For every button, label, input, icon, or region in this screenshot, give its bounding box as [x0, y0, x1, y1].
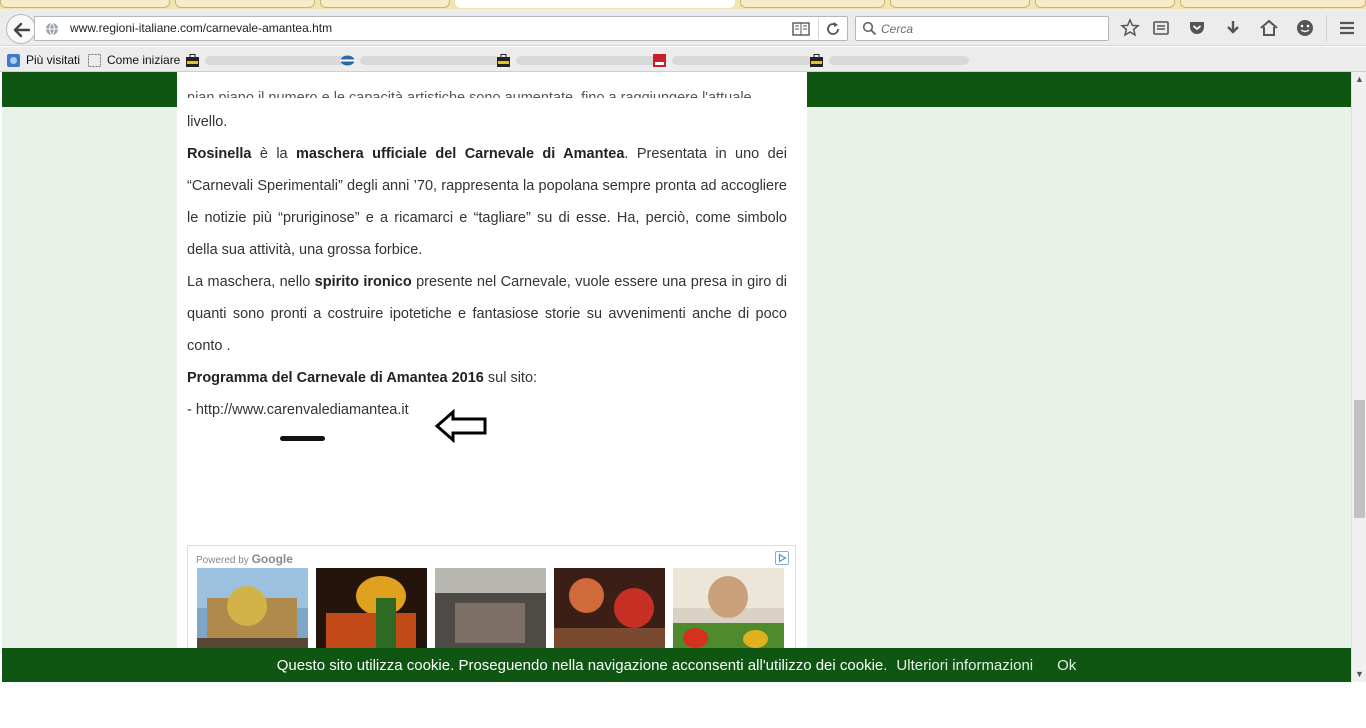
tab-strip	[0, 0, 1366, 9]
google-logo: Google	[251, 552, 293, 566]
article-text: livello.	[187, 114, 228, 130]
article-text: sul sito:	[483, 370, 538, 386]
page-icon	[88, 53, 101, 67]
article-text: è la	[251, 146, 297, 162]
article-paragraph: Programma del Carnevale di Amantea 2016 …	[187, 362, 787, 394]
briefcase-icon	[810, 53, 823, 67]
redacted-text	[672, 55, 812, 65]
page-viewport: pian piano il numero e le capacità artis…	[2, 72, 1351, 682]
divider	[1326, 15, 1327, 41]
vertical-scrollbar[interactable]: ▲ ▼	[1351, 72, 1366, 682]
article-paragraph: livello.	[187, 106, 787, 138]
annotation-arrow-icon	[434, 408, 487, 444]
navigation-toolbar: www.regioni-italiane.com/carnevale-amant…	[0, 9, 1366, 46]
redacted-text	[516, 55, 656, 65]
cookie-message: Questo sito utilizza cookie. Proseguendo…	[276, 656, 888, 674]
bookmark-label: Più visitati	[26, 53, 81, 67]
powered-by-label: Powered by Google	[196, 552, 293, 566]
arrow-left-icon	[13, 22, 31, 38]
bookmark-item[interactable]	[340, 52, 500, 68]
address-bar[interactable]: www.regioni-italiane.com/carnevale-amant…	[34, 16, 848, 41]
scrollbar-thumb[interactable]	[1354, 400, 1365, 518]
firefox-icon	[7, 53, 20, 67]
ad-thumbnail[interactable]	[197, 568, 308, 658]
redacted-text	[205, 55, 345, 65]
browser-tab[interactable]	[1035, 0, 1175, 8]
browser-tab[interactable]	[1180, 0, 1366, 8]
browser-tab[interactable]	[0, 0, 170, 8]
article-text: . Presentata in uno dei “Carnevali Speri…	[187, 146, 787, 258]
scroll-up-arrow-icon[interactable]: ▲	[1354, 74, 1365, 85]
divider	[818, 19, 819, 39]
browser-tab-active[interactable]	[455, 0, 735, 8]
back-button[interactable]	[6, 14, 36, 44]
article-paragraph: Rosinella è la maschera ufficiale del Ca…	[187, 138, 787, 266]
bookmark-item[interactable]	[652, 52, 812, 68]
bookmarks-library-icon[interactable]	[1151, 18, 1171, 38]
search-input[interactable]	[881, 20, 1101, 38]
article-body: pian piano il numero e le capacità artis…	[187, 90, 787, 426]
hamburger-menu-icon[interactable]	[1337, 18, 1357, 38]
briefcase-icon	[497, 53, 510, 67]
pocket-icon[interactable]	[1187, 18, 1207, 38]
reader-view-icon[interactable]	[791, 20, 811, 38]
mask-name: Rosinella	[187, 146, 252, 162]
news-site-icon	[653, 53, 666, 67]
home-icon[interactable]	[1259, 18, 1279, 38]
window-bottom-area	[0, 682, 1366, 728]
browser-tab[interactable]	[320, 0, 450, 8]
ad-thumbnail[interactable]	[673, 568, 784, 658]
article-paragraph: La maschera, nello spirito ironico prese…	[187, 266, 787, 362]
annotation-underline	[280, 436, 325, 441]
bookmarks-toolbar: Più visitati Come iniziare	[0, 47, 1366, 72]
url-text: www.regioni-italiane.com/carnevale-amant…	[70, 21, 333, 35]
download-icon[interactable]	[1223, 18, 1243, 38]
redacted-text	[360, 55, 500, 65]
bookmark-item[interactable]	[809, 52, 969, 68]
redacted-text	[829, 55, 969, 65]
ad-thumbnail[interactable]	[435, 568, 546, 658]
browser-tab[interactable]	[740, 0, 885, 8]
bookmark-item[interactable]	[496, 52, 656, 68]
browser-tab[interactable]	[890, 0, 1030, 8]
hello-smiley-icon[interactable]	[1295, 18, 1315, 38]
article-text-cutoff: pian piano il numero e le capacità artis…	[187, 90, 752, 98]
globe-icon	[340, 55, 355, 65]
program-title: Programma del Carnevale di Amantea 2016	[187, 370, 484, 386]
reload-icon[interactable]	[824, 20, 842, 38]
cookie-ok-button[interactable]: Ok	[1057, 657, 1076, 674]
cookie-more-info-link[interactable]: Ulteriori informazioni	[896, 657, 1033, 674]
adchoices-icon[interactable]	[775, 551, 789, 565]
bold-text: spirito ironico	[314, 274, 412, 290]
globe-icon	[46, 22, 58, 36]
ad-thumbnail[interactable]	[316, 568, 427, 658]
bold-text: maschera ufficiale del Carnevale di Aman…	[296, 146, 625, 162]
bookmark-item[interactable]: Come iniziare	[87, 52, 180, 68]
scroll-down-arrow-icon[interactable]: ▼	[1354, 669, 1365, 680]
star-bookmark-icon[interactable]	[1120, 18, 1140, 38]
cookie-consent-bar: Questo sito utilizza cookie. Proseguendo…	[2, 648, 1351, 682]
browser-tab[interactable]	[175, 0, 315, 8]
main-content: pian piano il numero e le capacità artis…	[177, 72, 807, 682]
bookmark-item[interactable]: Più visitati	[6, 52, 80, 68]
search-bar[interactable]	[855, 16, 1109, 41]
search-icon	[862, 21, 877, 36]
article-text: La maschera, nello	[187, 274, 315, 290]
bookmark-item[interactable]	[185, 52, 345, 68]
briefcase-icon	[186, 53, 199, 67]
powered-by-text: Powered by	[196, 555, 249, 566]
bookmark-label: Come iniziare	[107, 53, 181, 67]
ad-thumbnail[interactable]	[554, 568, 665, 658]
